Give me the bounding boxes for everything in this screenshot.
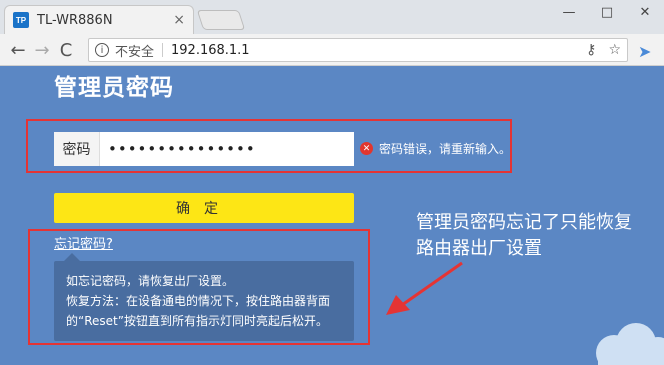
minimize-icon[interactable]: — xyxy=(550,0,588,24)
browser-tab[interactable]: TP TL-WR886N × xyxy=(4,5,194,34)
security-label: 不安全 xyxy=(115,41,154,60)
browser-chrome: TP TL-WR886N × — □ ✕ ← → C i 不安全 192.168… xyxy=(0,0,664,66)
password-field[interactable]: ••••••••••••••• xyxy=(100,132,354,166)
new-tab-button[interactable] xyxy=(197,10,245,30)
back-icon[interactable]: ← xyxy=(6,38,30,62)
url-text[interactable]: 192.168.1.1 xyxy=(171,43,250,58)
highlight-box-tooltip xyxy=(28,229,370,345)
close-window-icon[interactable]: ✕ xyxy=(626,0,664,24)
error-text: 密码错误，请重新输入。 xyxy=(379,140,511,157)
maximize-icon[interactable]: □ xyxy=(588,0,626,24)
window-controls: — □ ✕ xyxy=(550,0,664,24)
error-message: ✕ 密码错误，请重新输入。 xyxy=(360,140,511,157)
omnibox-actions: ⚷ ☆ xyxy=(586,42,621,58)
annotation-text: 管理员密码忘记了只能恢复 路由器出厂设置 xyxy=(416,210,632,262)
tab-title: TL-WR886N xyxy=(37,13,169,28)
forward-icon[interactable]: → xyxy=(30,38,54,62)
star-icon[interactable]: ☆ xyxy=(608,42,621,58)
close-tab-icon[interactable]: × xyxy=(173,12,185,28)
reload-icon[interactable]: C xyxy=(54,38,78,62)
key-icon[interactable]: ⚷ xyxy=(586,42,596,58)
error-icon: ✕ xyxy=(360,142,373,155)
confirm-button[interactable]: 确定 xyxy=(54,193,354,223)
password-row: 密码 ••••••••••••••• xyxy=(54,132,354,166)
annotation-line-1: 管理员密码忘记了只能恢复 xyxy=(416,210,632,236)
annotation-line-2: 路由器出厂设置 xyxy=(416,236,632,262)
info-icon[interactable]: i xyxy=(95,43,109,57)
tab-strip: TP TL-WR886N × — □ ✕ xyxy=(0,0,664,34)
password-label: 密码 xyxy=(54,132,100,166)
divider xyxy=(162,43,163,57)
extension-icon[interactable]: ➤ xyxy=(638,42,656,60)
page-title: 管理员密码 xyxy=(54,68,174,102)
address-bar[interactable]: i 不安全 192.168.1.1 ⚷ ☆ xyxy=(88,38,628,62)
annotation-arrow xyxy=(380,255,470,325)
cloud-decoration xyxy=(584,315,664,365)
tp-link-icon: TP xyxy=(13,12,29,28)
